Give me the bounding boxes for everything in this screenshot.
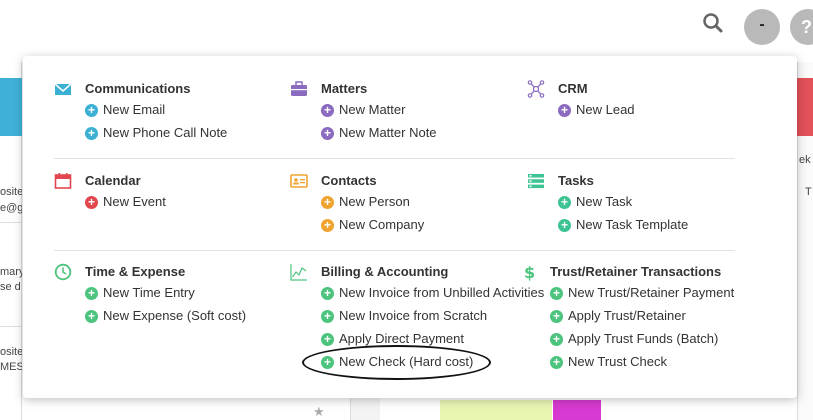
group-calendar: Calendar + New Event <box>54 172 166 215</box>
plus-icon: + <box>321 196 334 209</box>
envelope-icon <box>54 83 72 95</box>
plus-icon: + <box>85 127 98 140</box>
menu-item-new-email[interactable]: + New Email <box>54 100 165 123</box>
group-time-expense: Time & Expense + New Time Entry + New Expe… <box>54 263 246 329</box>
line-chart-icon <box>290 264 307 281</box>
bg-text: MESS <box>0 361 22 373</box>
menu-item-new-matter[interactable]: + New Matter <box>290 100 405 123</box>
group-tasks: Tasks + New Task + New Task Template <box>527 172 688 238</box>
plus-icon: + <box>550 356 563 369</box>
menu-item-new-trust-check[interactable]: + New Trust Check <box>519 352 667 375</box>
star-icon[interactable]: ★ <box>313 404 325 420</box>
plus-icon: + <box>558 196 571 209</box>
top-bar <box>0 0 813 62</box>
dollar-icon: $ <box>524 263 535 281</box>
clock-icon <box>54 263 72 281</box>
plus-icon: + <box>321 104 334 117</box>
menu-item-new-event[interactable]: + New Event <box>54 192 166 215</box>
plus-icon: + <box>85 287 98 300</box>
menu-item-apply-trust-funds-batch[interactable]: + Apply Trust Funds (Batch) <box>519 329 718 352</box>
svg-text:$: $ <box>524 263 535 281</box>
group-title: Matters <box>321 81 368 96</box>
bg-text: ek <box>799 154 811 166</box>
menu-item-new-invoice-scratch[interactable]: + New Invoice from Scratch <box>290 306 487 329</box>
search-button[interactable] <box>700 10 728 38</box>
menu-item-new-trust-payment[interactable]: + New Trust/Retainer Payment <box>519 283 734 306</box>
plus-icon: + <box>550 310 563 323</box>
menu-item-new-matter-note[interactable]: + New Matter Note <box>290 123 437 146</box>
highlight-ellipse <box>302 345 491 380</box>
group-title: CRM <box>558 81 588 96</box>
contact-card-icon <box>290 174 308 188</box>
group-matters: Matters + New Matter + New Matter Note <box>290 80 437 146</box>
plus-icon: + <box>85 104 98 117</box>
plus-icon: + <box>558 219 571 232</box>
group-title: Billing & Accounting <box>321 264 449 279</box>
group-trust: $ Trust/Retainer Transactions + New Trust… <box>519 263 734 375</box>
menu-item-apply-trust[interactable]: + Apply Trust/Retainer <box>519 306 686 329</box>
plus-icon: + <box>85 310 98 323</box>
bg-divider <box>0 222 22 223</box>
calendar-icon <box>54 173 72 189</box>
section-divider <box>54 250 735 251</box>
calendar-pink-cell <box>553 400 601 420</box>
group-crm: CRM + New Lead <box>527 80 635 123</box>
bg-text: T <box>805 186 812 198</box>
search-icon <box>703 13 723 33</box>
calendar-yellow-cell <box>440 400 552 420</box>
plus-icon: + <box>321 219 334 232</box>
left-blue-block <box>0 78 22 136</box>
right-red-block <box>797 78 813 136</box>
plus-icon: + <box>558 104 571 117</box>
menu-item-new-invoice-unbilled[interactable]: + New Invoice from Unbilled Activities <box>290 283 544 306</box>
section-divider <box>54 158 735 159</box>
bg-text: osite: <box>0 346 22 358</box>
group-title: Time & Expense <box>85 264 186 279</box>
bg-text: mary <box>0 266 22 278</box>
plus-icon: + <box>550 333 563 346</box>
bg-text: e@g <box>0 202 22 214</box>
plus-icon: + <box>550 287 563 300</box>
task-list-icon <box>528 174 544 189</box>
bg-text: se d <box>0 281 21 293</box>
menu-item-new-expense[interactable]: + New Expense (Soft cost) <box>54 306 246 329</box>
plus-icon: + <box>321 127 334 140</box>
menu-item-new-task[interactable]: + New Task <box>527 192 632 215</box>
group-communications: Communications + New Email + New Phone Cal… <box>54 80 227 146</box>
menu-item-new-task-template[interactable]: + New Task Template <box>527 215 688 238</box>
plus-icon: + <box>85 196 98 209</box>
menu-item-apply-direct-payment[interactable]: + Apply Direct Payment <box>290 329 464 352</box>
menu-item-new-lead[interactable]: + New Lead <box>527 100 635 123</box>
bg-text: osite: <box>0 186 22 198</box>
network-icon <box>527 80 545 98</box>
group-title: Calendar <box>85 173 141 188</box>
menu-item-new-company[interactable]: + New Company <box>290 215 424 238</box>
menu-item-new-phone-call-note[interactable]: + New Phone Call Note <box>54 123 227 146</box>
bg-divider <box>0 326 22 327</box>
menu-item-new-person[interactable]: + New Person <box>290 192 410 215</box>
group-title: Trust/Retainer Transactions <box>550 264 722 279</box>
plus-icon: + <box>321 333 334 346</box>
briefcase-icon <box>291 81 307 96</box>
plus-icon: + <box>321 310 334 323</box>
plus-icon: + <box>321 287 334 300</box>
group-contacts: Contacts + New Person + New Company <box>290 172 424 238</box>
user-menu-button[interactable]: - <box>744 9 780 45</box>
group-title: Communications <box>85 81 191 96</box>
menu-item-new-time-entry[interactable]: + New Time Entry <box>54 283 195 306</box>
group-title: Contacts <box>321 173 377 188</box>
group-title: Tasks <box>558 173 594 188</box>
dropdown-caret <box>756 48 772 56</box>
